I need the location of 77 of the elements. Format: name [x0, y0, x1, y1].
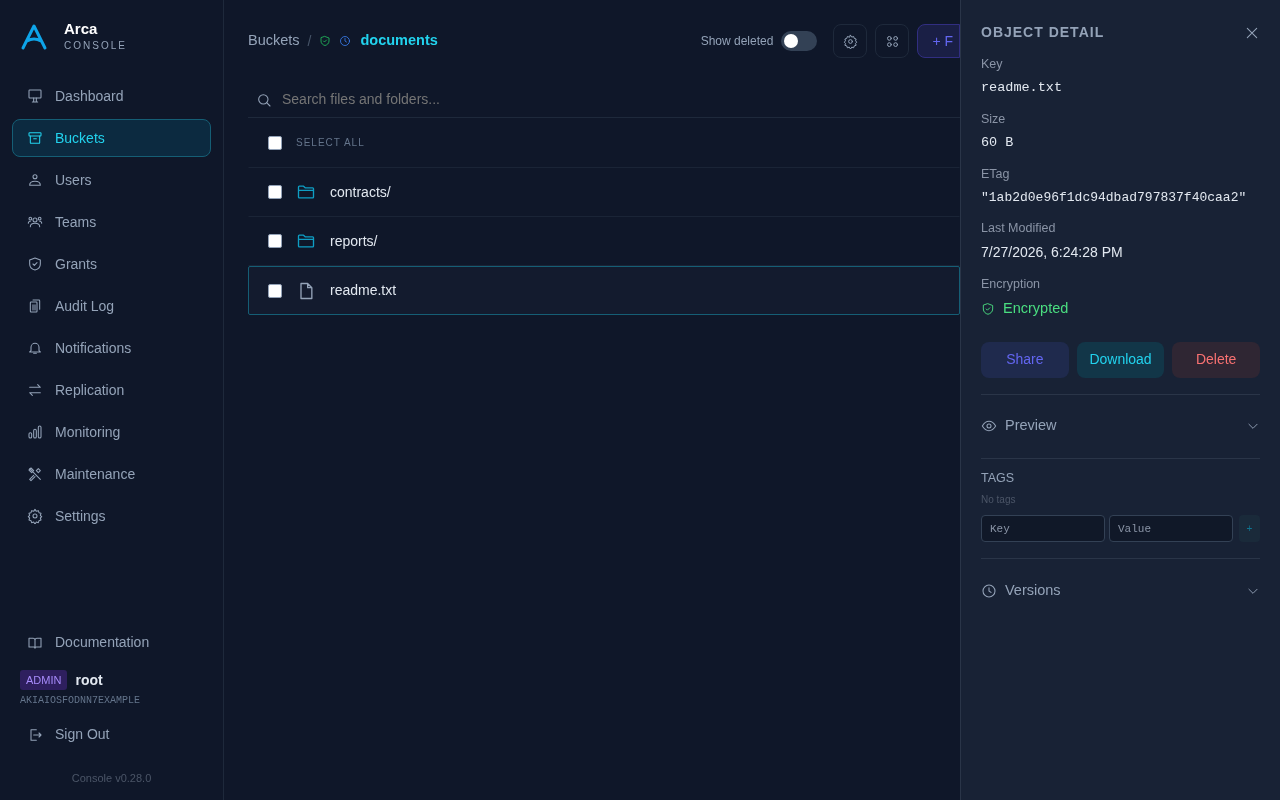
- field-label: ETag: [981, 166, 1011, 183]
- select-all-checkbox[interactable]: [268, 135, 282, 150]
- shield-check-icon: [981, 301, 995, 316]
- nav-item[interactable]: Maintenance: [12, 455, 211, 493]
- version-text: Console v0.28.0: [70, 770, 153, 786]
- breadcrumb-separator: /: [307, 31, 312, 51]
- tags-title: TAGS: [981, 469, 1016, 487]
- file-row[interactable]: readme.txt: [248, 266, 960, 315]
- field-label: Size: [981, 111, 1007, 128]
- select-all-label: SELECT ALL: [296, 136, 365, 150]
- tag-key-field[interactable]: Key: [981, 515, 1105, 543]
- logo-icon: [20, 22, 48, 51]
- grid-view-button[interactable]: [875, 24, 910, 58]
- nav-item[interactable]: Dashboard: [12, 77, 211, 115]
- clock-icon: [339, 35, 352, 47]
- nav-item[interactable]: Notifications: [12, 329, 211, 367]
- access-key: AKIAIOSFODNN7EXAMPLE: [12, 692, 211, 708]
- toggle-label: Show deleted: [700, 33, 774, 50]
- field-label: Last Modified: [981, 220, 1057, 238]
- shield-check-icon: [319, 35, 332, 47]
- users-icon: [27, 214, 43, 230]
- row-checkbox[interactable]: [268, 185, 282, 199]
- archive-icon: [27, 130, 43, 146]
- file-name: contracts/: [330, 182, 391, 202]
- settings-icon: [842, 33, 858, 49]
- panel-title: OBJECT DETAIL: [981, 23, 1105, 42]
- grid-icon: [884, 33, 900, 49]
- field-label: Encryption: [981, 276, 1042, 293]
- shield-check-icon: [27, 256, 43, 272]
- file-row[interactable]: contracts/: [248, 168, 960, 217]
- file-name: reports/: [330, 231, 378, 251]
- brand-name: Arca: [64, 20, 99, 38]
- nav-item[interactable]: Settings: [12, 497, 211, 535]
- nav-item[interactable]: Audit Log: [12, 287, 211, 325]
- breadcrumb-current: documents: [360, 31, 438, 51]
- nav-item[interactable]: Monitoring: [12, 413, 211, 451]
- user-icon: [27, 172, 43, 188]
- tools-icon: [27, 466, 43, 482]
- clipboard-icon: [27, 298, 43, 314]
- new-folder-button[interactable]: + F: [917, 24, 960, 58]
- bell-icon: [27, 340, 43, 356]
- monitor-icon: [27, 88, 43, 104]
- field-label: Key: [981, 56, 1004, 73]
- eye-icon: [981, 418, 997, 434]
- sign-out-link[interactable]: Sign Out: [12, 715, 211, 754]
- field-value: 7/27/2026, 6:24:28 PM: [981, 243, 1124, 262]
- nav-item[interactable]: Teams: [12, 203, 211, 241]
- user-name: root: [75, 670, 103, 690]
- documentation-link[interactable]: Documentation: [12, 623, 211, 662]
- sign-out-icon: [27, 726, 43, 743]
- row-checkbox[interactable]: [268, 234, 282, 248]
- breadcrumb-link[interactable]: Buckets: [248, 30, 300, 52]
- show-deleted-toggle[interactable]: [781, 31, 818, 51]
- delete-button[interactable]: Delete: [1172, 341, 1260, 378]
- nav-item[interactable]: Replication: [12, 371, 211, 409]
- nav-item[interactable]: Grants: [12, 245, 211, 283]
- encryption-status: Encrypted: [1003, 298, 1069, 318]
- search-icon: [256, 91, 272, 108]
- row-checkbox[interactable]: [268, 283, 282, 298]
- versions-section[interactable]: Versions: [981, 558, 1260, 623]
- settings-icon: [27, 508, 43, 524]
- nav-item[interactable]: Buckets: [12, 119, 211, 157]
- field-value: readme.txt: [981, 78, 1063, 97]
- bar-chart-icon: [27, 424, 43, 440]
- field-value: 60 B: [981, 133, 1015, 152]
- brand-subtitle: CONSOLE: [64, 39, 127, 53]
- file-name: readme.txt: [330, 281, 397, 300]
- settings-button[interactable]: [833, 24, 868, 58]
- clock-icon: [981, 582, 997, 599]
- search-field[interactable]: Search files and folders...: [280, 88, 952, 111]
- preview-section[interactable]: Preview: [981, 393, 1260, 458]
- field-value: "1ab2d0e96f1dc94dbad797837f40caa2": [981, 188, 1248, 207]
- nav-item[interactable]: Users: [12, 161, 211, 199]
- tag-value-field[interactable]: Value: [1109, 515, 1233, 543]
- role-badge: ADMIN: [20, 669, 68, 691]
- download-button[interactable]: Download: [1076, 341, 1165, 378]
- arrows-icon: [27, 382, 43, 398]
